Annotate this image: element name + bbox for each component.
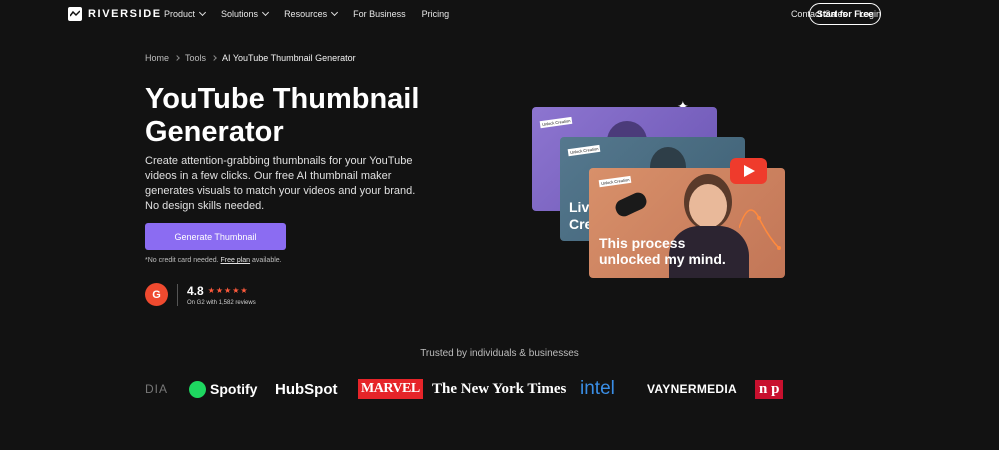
breadcrumb-home[interactable]: Home <box>145 53 169 63</box>
nav-links: Product Solutions Resources For Business… <box>164 8 465 19</box>
logo-spotify: Spotify <box>189 376 257 402</box>
brand-name: RIVERSIDE <box>88 8 162 20</box>
start-for-free-button[interactable]: Start for Free <box>809 3 881 25</box>
thumbnail-card-front: Unlock Creation This process unlocked my… <box>589 168 785 278</box>
logo-vaynermedia: VAYNERMEDIA <box>647 382 737 396</box>
brand-logo[interactable]: RIVERSIDE <box>68 7 162 21</box>
star-rating: ★★★★★ <box>207 286 249 295</box>
nav-item-resources[interactable]: Resources <box>284 8 339 19</box>
logo-intel: intel <box>580 378 615 399</box>
breadcrumb-current: AI YouTube Thumbnail Generator <box>222 53 356 63</box>
nav-item-product[interactable]: Product <box>164 8 207 19</box>
g2-icon: G <box>145 283 168 306</box>
page-title: YouTube Thumbnail Generator <box>145 83 420 148</box>
chevron-down-icon <box>198 8 207 17</box>
logo-hubspot: HubSpot <box>275 380 338 398</box>
logo-nyt: The New York Times <box>432 380 567 397</box>
nav-item-solutions[interactable]: Solutions <box>221 8 270 19</box>
thumbnail-title: This process unlocked my mind. <box>599 235 726 267</box>
logo-dia: DIA <box>145 382 169 396</box>
free-plan-link[interactable]: Free plan <box>221 257 251 264</box>
thumbnail-tag: Unlock Creation <box>539 116 573 129</box>
nav-item-for-business[interactable]: For Business <box>353 9 406 19</box>
spotify-icon <box>189 380 206 398</box>
rating-info: 4.8 ★★★★★ On G2 with 1,582 reviews <box>187 284 256 306</box>
logo-np: n p <box>755 376 784 402</box>
riverside-wave-icon <box>68 7 82 21</box>
chevron-down-icon <box>331 8 339 17</box>
logo-strip: DIA Spotify HubSpot MARVEL The New York … <box>145 376 800 402</box>
chevron-down-icon <box>262 8 270 17</box>
youtube-play-icon <box>730 158 767 184</box>
breadcrumb: Home Tools AI YouTube Thumbnail Generato… <box>145 53 356 63</box>
person-face <box>689 184 727 228</box>
chevron-right-icon <box>174 55 180 61</box>
page: RIVERSIDE Product Solutions Resources Fo… <box>0 0 999 450</box>
fine-print: *No credit card needed. Free plan availa… <box>145 257 282 264</box>
g2-rating: G 4.8 ★★★★★ On G2 with 1,582 reviews <box>145 283 256 306</box>
logo-marvel: MARVEL <box>358 376 423 402</box>
generate-thumbnail-button[interactable]: Generate Thumbnail <box>145 223 286 250</box>
thumbnail-preview-stack: ✦ ✦ Unlock Creation Unlock Creation Liv … <box>530 98 790 283</box>
nav-item-pricing[interactable]: Pricing <box>422 9 450 19</box>
thumbnail-tag: Unlock Creation <box>567 144 601 157</box>
chevron-right-icon <box>211 55 217 61</box>
review-count: On G2 with 1,582 reviews <box>187 299 256 306</box>
rating-score: 4.8 <box>187 283 204 298</box>
divider <box>177 283 178 306</box>
breadcrumb-tools[interactable]: Tools <box>185 53 206 63</box>
trusted-heading: Trusted by individuals & businesses <box>420 348 579 359</box>
thumbnail-tag: Unlock Creation <box>598 175 632 188</box>
trend-line <box>739 209 781 250</box>
top-nav: RIVERSIDE Product Solutions Resources Fo… <box>0 0 999 28</box>
microphone-icon <box>612 190 650 219</box>
hero-description: Create attention-grabbing thumbnails for… <box>145 155 416 212</box>
